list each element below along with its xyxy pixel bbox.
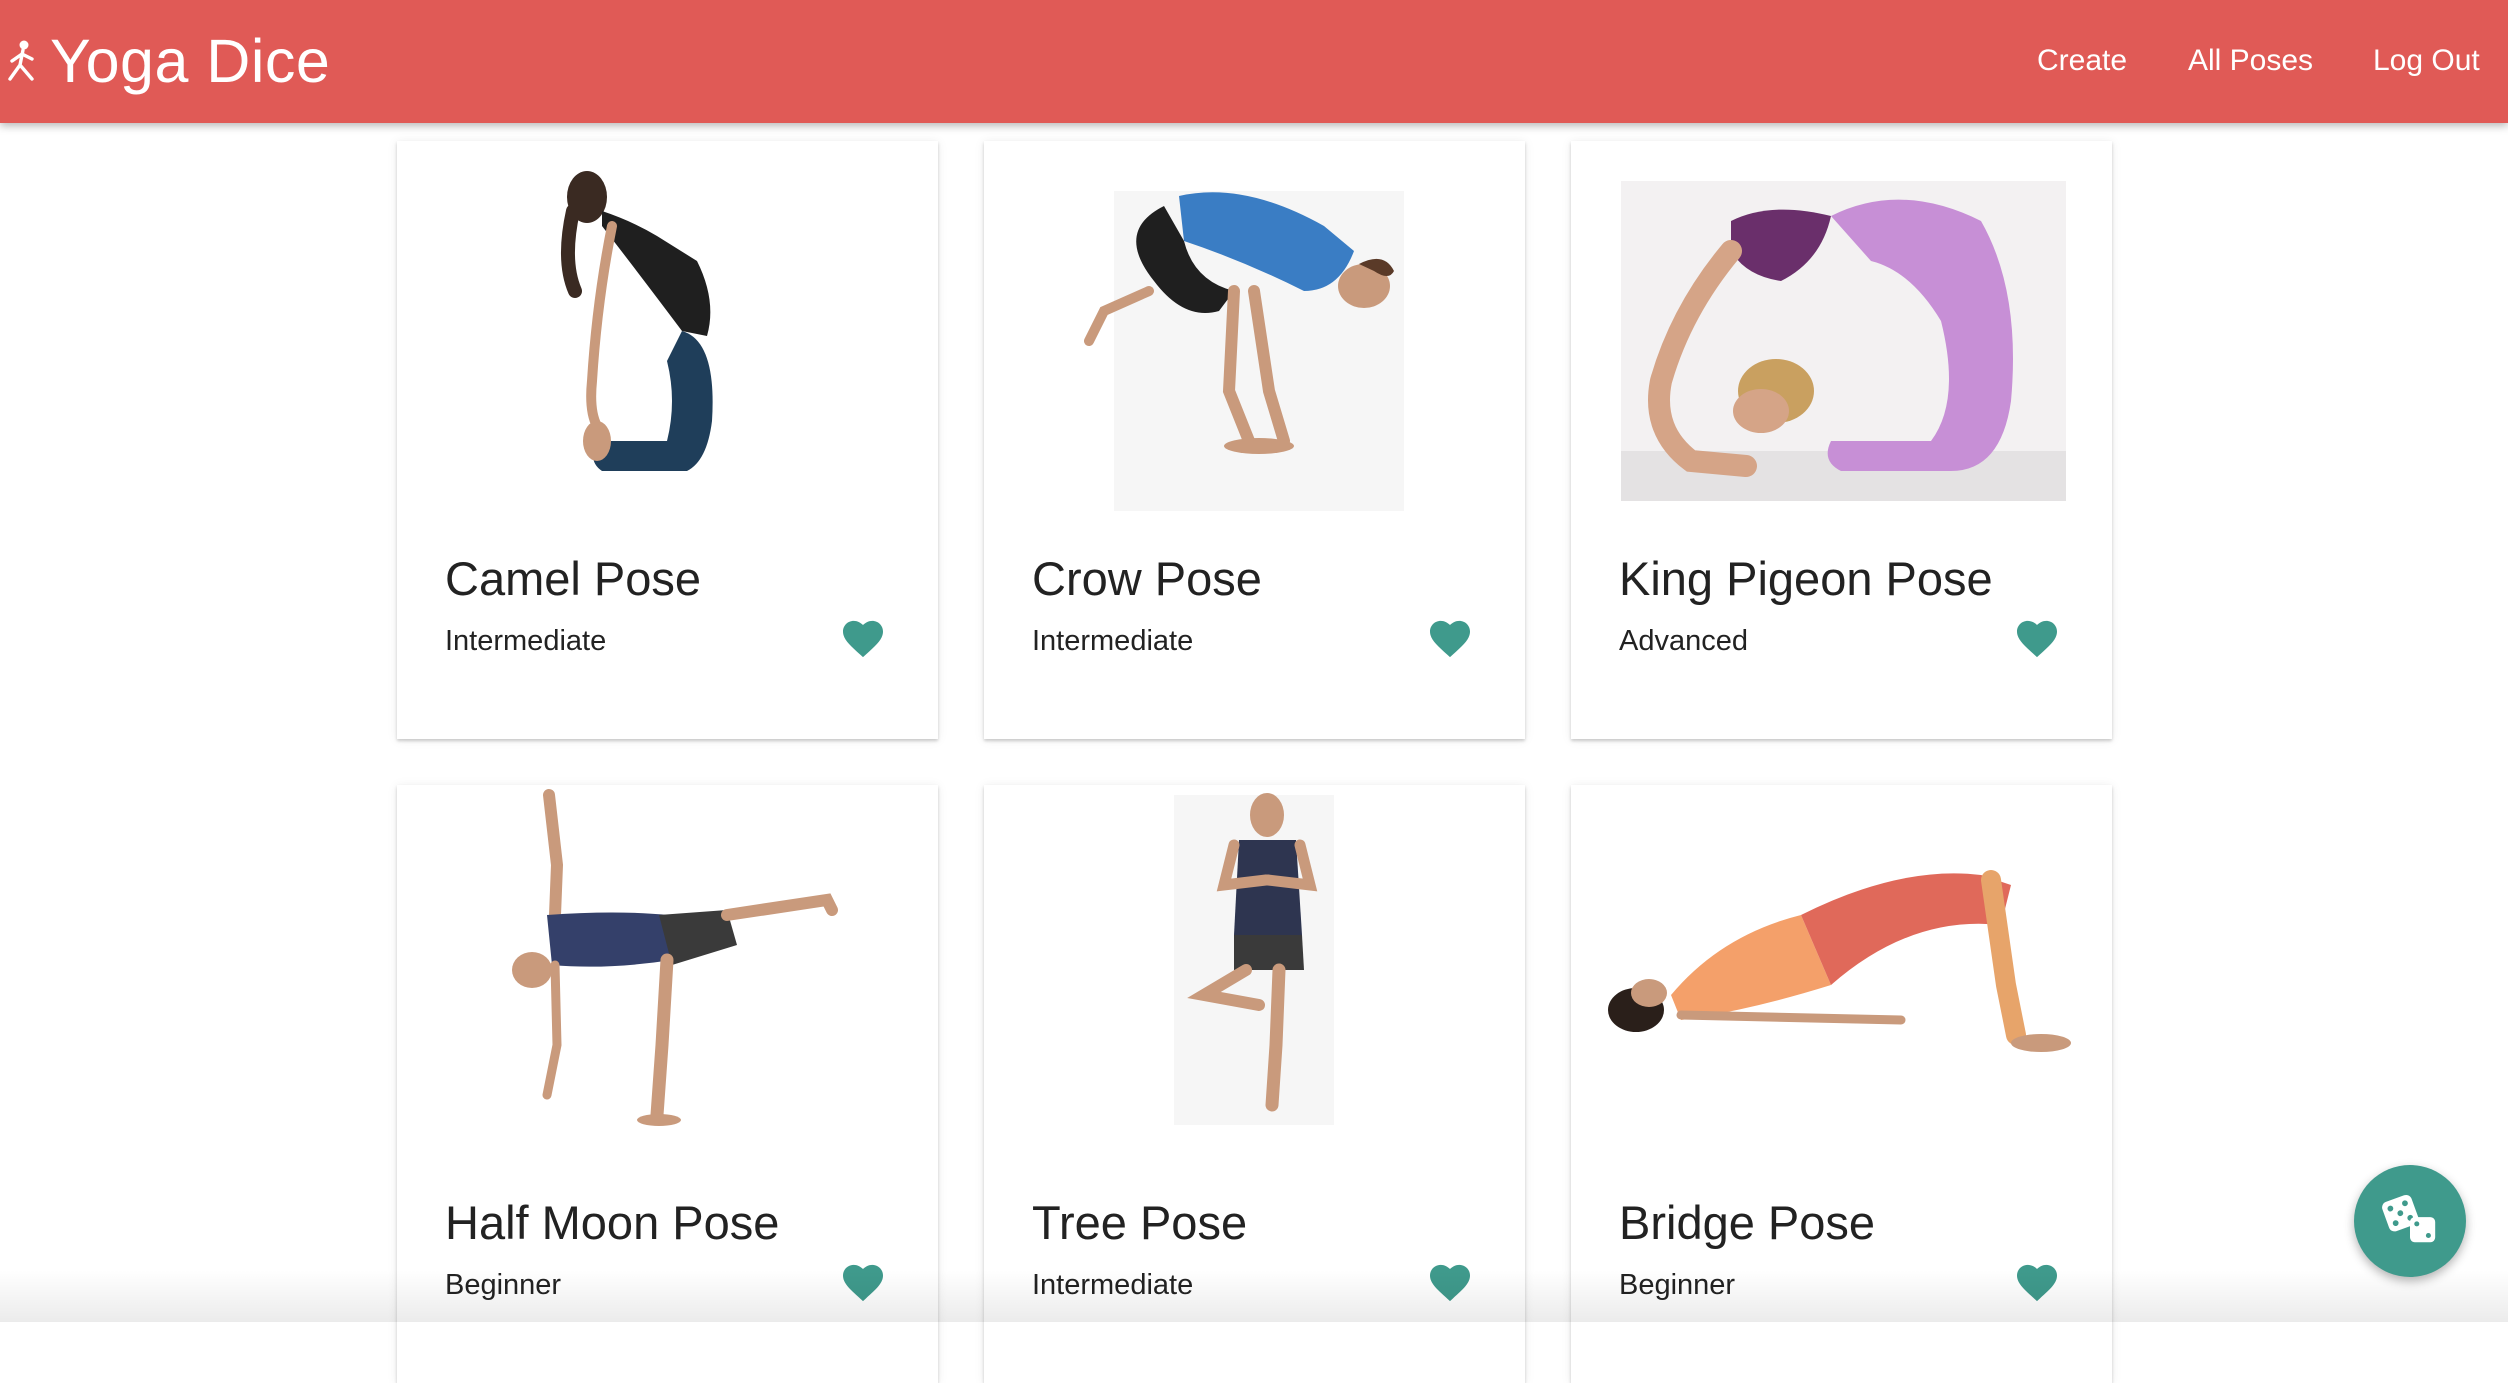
camel-pose-image [397, 141, 938, 561]
pose-card[interactable]: Half Moon Pose Beginner [397, 785, 938, 1383]
bridge-pose-image [1571, 785, 2112, 1205]
pose-name: Camel Pose [445, 552, 701, 605]
pose-name: Tree Pose [1032, 1196, 1248, 1249]
pose-level: Intermediate [445, 625, 607, 657]
king-pigeon-pose-image [1571, 141, 2112, 561]
crow-pose-image [984, 141, 1525, 561]
roll-dice-button[interactable] [2354, 1165, 2466, 1277]
pose-card[interactable]: King Pigeon Pose Advanced [1571, 141, 2112, 739]
heart-icon[interactable] [2015, 619, 2059, 659]
half-moon-pose-image [397, 785, 938, 1205]
heart-icon[interactable] [841, 1263, 885, 1303]
nav-create-link[interactable]: Create [2037, 44, 2127, 78]
nav-log-out-link[interactable]: Log Out [2373, 44, 2480, 78]
pose-name: Crow Pose [1032, 552, 1262, 605]
brand-name: Yoga Dice [50, 27, 331, 95]
yoga-figure-icon [2, 37, 46, 87]
heart-icon[interactable] [2015, 1263, 2059, 1303]
pose-card[interactable]: Crow Pose Intermediate [984, 141, 1525, 739]
pose-card[interactable]: Tree Pose Intermediate [984, 785, 1525, 1383]
top-navbar: Yoga Dice Create All Poses Log Out [0, 0, 2508, 123]
heart-icon[interactable] [1428, 619, 1472, 659]
tree-pose-image [984, 785, 1525, 1205]
brand-link[interactable]: Yoga Dice [0, 0, 330, 123]
pose-level: Advanced [1619, 625, 1748, 657]
pose-name: Half Moon Pose [445, 1196, 780, 1249]
heart-icon[interactable] [1428, 1263, 1472, 1303]
pose-level: Intermediate [1032, 625, 1194, 657]
pose-card[interactable]: Bridge Pose Beginner [1571, 785, 2112, 1383]
heart-icon[interactable] [841, 619, 885, 659]
pose-level: Beginner [1619, 1269, 1736, 1301]
dice-icon [2379, 1188, 2441, 1255]
pose-grid: Camel Pose Intermediate Crow Pose Interm… [0, 0, 2508, 1383]
pose-name: Bridge Pose [1619, 1196, 1876, 1249]
nav-all-poses-link[interactable]: All Poses [2188, 44, 2313, 78]
pose-card[interactable]: Camel Pose Intermediate [397, 141, 938, 739]
pose-level: Intermediate [1032, 1269, 1194, 1301]
pose-level: Beginner [445, 1269, 562, 1301]
pose-name: King Pigeon Pose [1619, 552, 1993, 605]
